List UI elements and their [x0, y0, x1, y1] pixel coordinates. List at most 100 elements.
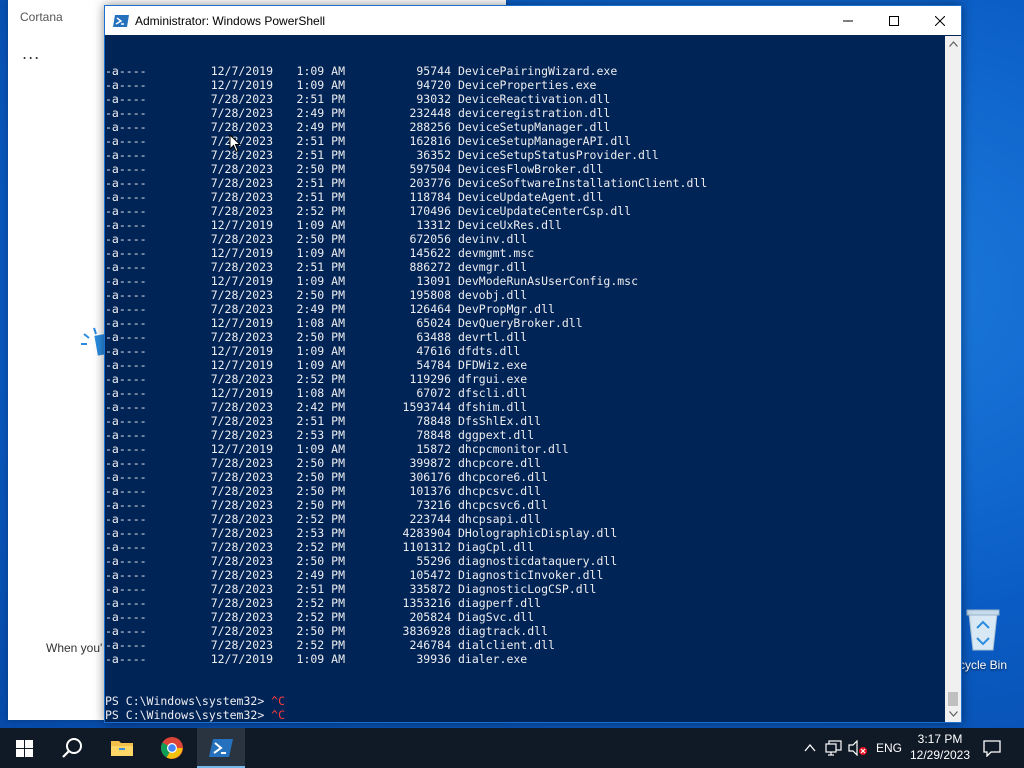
file-name: diagtrack.dll [458, 624, 549, 638]
show-hidden-icons-button[interactable] [800, 738, 820, 758]
file-length: 105472 [409, 568, 451, 582]
file-length: 94720 [416, 78, 451, 92]
file-name: devobj.dll [458, 288, 528, 302]
file-date: 7/28/2023 [210, 302, 273, 316]
file-date: 12/7/2019 [210, 274, 273, 288]
action-center-button[interactable] [982, 738, 1002, 758]
file-length: 101376 [409, 484, 451, 498]
file-row: -a---- 7/28/2023 2:52 PM 246784 dialclient.d… [105, 638, 945, 652]
file-date: 7/28/2023 [210, 232, 273, 246]
file-mode: -a---- [105, 582, 147, 596]
file-mode: -a---- [105, 568, 147, 582]
file-length: 170496 [409, 204, 451, 218]
file-date: 7/28/2023 [210, 498, 273, 512]
volume-muted-icon [848, 740, 867, 756]
file-time: 2:50 PM [296, 288, 345, 302]
file-mode: -a---- [105, 64, 147, 78]
search-button[interactable] [48, 728, 96, 768]
clock[interactable]: 3:17 PM 12/29/2023 [906, 731, 974, 765]
close-button[interactable] [917, 6, 963, 35]
maximize-button[interactable] [871, 6, 917, 35]
file-length: 73216 [416, 498, 451, 512]
file-name: dialer.exe [458, 652, 528, 666]
file-row: -a---- 7/28/2023 2:50 PM 3836928 diagtrack.d… [105, 624, 945, 638]
volume-button[interactable] [848, 738, 868, 758]
more-options-icon[interactable]: ... [22, 44, 40, 63]
file-time: 2:51 PM [296, 134, 345, 148]
file-mode: -a---- [105, 92, 147, 106]
file-row: -a---- 7/28/2023 2:51 PM 335872 DiagnosticLo… [105, 582, 945, 596]
vertical-scrollbar[interactable] [945, 36, 961, 722]
powershell-icon [209, 739, 233, 757]
file-date: 7/28/2023 [210, 526, 273, 540]
scroll-down-button[interactable] [945, 706, 961, 722]
file-date: 7/28/2023 [210, 596, 273, 610]
file-time: 2:50 PM [296, 470, 345, 484]
file-date: 7/28/2023 [210, 190, 273, 204]
file-date: 7/28/2023 [210, 540, 273, 554]
file-name: dhcpcsvc.dll [458, 484, 542, 498]
file-time: 2:51 PM [296, 414, 345, 428]
scroll-up-button[interactable] [945, 36, 961, 52]
file-length: 1593744 [402, 400, 451, 414]
chrome-button[interactable] [148, 728, 196, 768]
network-button[interactable] [824, 738, 844, 758]
file-length: 1353216 [402, 596, 451, 610]
file-time: 2:50 PM [296, 484, 345, 498]
file-row: -a---- 7/28/2023 2:53 PM 78848 dggpext.dll [105, 428, 945, 442]
file-row: -a---- 7/28/2023 2:51 PM 118784 DeviceUpdate… [105, 190, 945, 204]
windows-logo-icon [15, 739, 33, 757]
file-time: 2:50 PM [296, 456, 345, 470]
file-length: 126464 [409, 302, 451, 316]
file-mode: -a---- [105, 344, 147, 358]
scrollbar-thumb[interactable] [948, 692, 958, 706]
file-length: 205824 [409, 610, 451, 624]
start-button[interactable] [0, 728, 48, 768]
file-mode: -a---- [105, 120, 147, 134]
file-name: DevModeRunAsUserConfig.msc [458, 274, 639, 288]
file-row: -a---- 12/7/2019 1:09 AM 39936 dialer.exe [105, 652, 945, 666]
file-date: 7/28/2023 [210, 288, 273, 302]
file-name: DeviceReactivation.dll [458, 92, 611, 106]
search-icon [62, 738, 82, 758]
file-length: 119296 [409, 372, 451, 386]
file-date: 7/28/2023 [210, 456, 273, 470]
file-time: 2:53 PM [296, 526, 345, 540]
file-time: 1:08 AM [296, 316, 345, 330]
file-row: -a---- 7/28/2023 2:49 PM 232448 deviceregist… [105, 106, 945, 120]
file-length: 4283904 [402, 526, 451, 540]
powershell-window[interactable]: Administrator: Windows PowerShell -a----… [104, 5, 962, 723]
minimize-button[interactable] [825, 6, 871, 35]
file-mode: -a---- [105, 414, 147, 428]
file-mode: -a---- [105, 400, 147, 414]
file-name: dfdts.dll [458, 344, 521, 358]
file-time: 2:50 PM [296, 162, 345, 176]
file-name: devrtl.dll [458, 330, 528, 344]
file-row: -a---- 7/28/2023 2:49 PM 288256 DeviceSetupM… [105, 120, 945, 134]
input-language-indicator[interactable]: ENG [876, 741, 902, 755]
file-row: -a---- 7/28/2023 2:50 PM 672056 devinv.dll [105, 232, 945, 246]
file-row: -a---- 7/28/2023 2:52 PM 205824 DiagSvc.dll [105, 610, 945, 624]
ctrl-c-text: ^C [271, 708, 286, 722]
file-date: 12/7/2019 [210, 64, 273, 78]
prompt-history-line: PS C:\Windows\system32> ^C [105, 694, 945, 708]
file-explorer-button[interactable] [98, 728, 146, 768]
file-date: 7/28/2023 [210, 106, 273, 120]
file-mode: -a---- [105, 554, 147, 568]
file-time: 1:09 AM [296, 652, 345, 666]
file-time: 2:52 PM [296, 540, 345, 554]
file-name: DfsShlEx.dll [458, 414, 542, 428]
file-time: 1:09 AM [296, 246, 345, 260]
title-bar[interactable]: Administrator: Windows PowerShell [105, 6, 961, 35]
file-length: 15872 [416, 442, 451, 456]
file-time: 2:50 PM [296, 498, 345, 512]
file-name: DeviceUpdateAgent.dll [458, 190, 604, 204]
file-length: 13091 [416, 274, 451, 288]
file-name: diagperf.dll [458, 596, 542, 610]
powershell-taskbar-button[interactable] [197, 728, 245, 768]
file-row: -a---- 12/7/2019 1:08 AM 67072 dfscli.dll [105, 386, 945, 400]
file-mode: -a---- [105, 288, 147, 302]
network-icon [825, 740, 842, 756]
file-row: -a---- 7/28/2023 2:50 PM 73216 dhcpcsvc6.dll [105, 498, 945, 512]
file-mode: -a---- [105, 260, 147, 274]
